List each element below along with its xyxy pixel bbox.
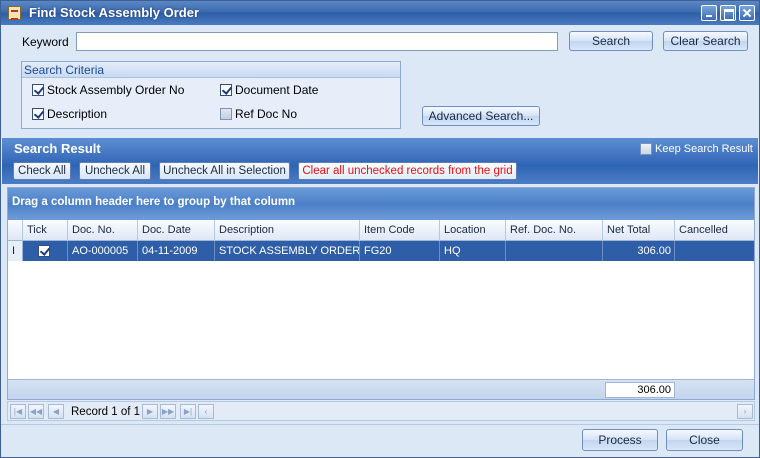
result-grid: Drag a column header here to group by th… (7, 187, 755, 400)
column-header-doc-no[interactable]: Doc. No. (68, 220, 138, 241)
description-label: Description (47, 107, 108, 121)
grid-footer: 306.00 (8, 379, 754, 399)
title-bar: Find Stock Assembly Order (1, 1, 759, 25)
clear-unchecked-records-button[interactable]: Clear all unchecked records from the gri… (298, 162, 517, 180)
column-header-description[interactable]: Description (215, 220, 360, 241)
column-header-ref-doc-no[interactable]: Ref. Doc. No. (506, 220, 603, 241)
row-indicator: I (8, 241, 23, 261)
description-checkbox[interactable] (32, 108, 44, 120)
next-record-icon[interactable]: ▶ (142, 404, 158, 419)
search-criteria-title: Search Criteria (22, 62, 400, 78)
ref-doc-no-checkbox[interactable] (220, 108, 232, 120)
window-title: Find Stock Assembly Order (29, 5, 200, 20)
keep-search-result-label: Keep Search Result (655, 143, 753, 155)
keep-search-result-checkbox[interactable] (640, 143, 652, 155)
keyword-input[interactable] (76, 32, 558, 51)
advanced-search-button[interactable]: Advanced Search... (422, 106, 540, 126)
process-button[interactable]: Process (582, 429, 658, 451)
document-date-checkbox[interactable] (220, 84, 232, 96)
cell-location: HQ (440, 241, 506, 261)
column-header-item-code[interactable]: Item Code (360, 220, 440, 241)
next-page-icon[interactable]: ▶▶ (160, 404, 176, 419)
table-row[interactable]: AO-000005 04-11-2009 STOCK ASSEMBLY ORDE… (8, 241, 754, 261)
column-header-cancelled[interactable]: Cancelled (675, 220, 754, 241)
group-by-hint: Drag a column header here to group by th… (12, 196, 296, 208)
close-button[interactable]: Close (666, 429, 743, 451)
divider (1, 424, 759, 425)
cell-item-code: FG20 (360, 241, 440, 261)
record-count: Record 1 of 1 (71, 406, 141, 418)
keyword-label: Keyword (22, 35, 69, 49)
ref-doc-no-label: Ref Doc No (235, 107, 298, 121)
previous-record-icon[interactable]: ◀ (48, 404, 64, 419)
cell-doc-no: AO-000005 (68, 241, 138, 261)
search-criteria-panel: Search Criteria Stock Assembly Order No … (21, 61, 401, 129)
minimize-icon[interactable] (701, 5, 717, 21)
cell-net-total: 306.00 (603, 241, 675, 261)
search-button[interactable]: Search (569, 31, 653, 51)
row-tick-checkbox[interactable] (38, 245, 50, 257)
scroll-left-icon[interactable]: ‹ (198, 404, 214, 419)
close-window-icon[interactable] (739, 5, 755, 21)
last-record-icon[interactable]: ▶| (180, 404, 196, 419)
scroll-right-icon[interactable]: › (737, 404, 753, 419)
app-icon (8, 6, 21, 20)
column-header-location[interactable]: Location (440, 220, 506, 241)
net-total-summary: 306.00 (605, 382, 675, 398)
previous-page-icon[interactable]: ◀◀ (28, 404, 44, 419)
record-navigator: |◀ ◀◀ ◀ Record 1 of 1 ▶ ▶▶ ▶| ‹ › (7, 401, 755, 421)
cell-doc-date: 04-11-2009 (138, 241, 215, 261)
maximize-icon[interactable] (720, 5, 736, 21)
document-date-label: Document Date (235, 83, 319, 97)
search-result-band: Search Result Keep Search Result Check A… (2, 138, 758, 184)
column-header-tick[interactable]: Tick (23, 220, 68, 241)
cell-tick[interactable] (23, 241, 68, 261)
clear-search-button[interactable]: Clear Search (663, 31, 748, 51)
uncheck-all-in-selection-button[interactable]: Uncheck All in Selection (159, 162, 290, 180)
header-indicator (8, 220, 23, 241)
cell-ref-doc-no (506, 241, 603, 261)
find-stock-assembly-order-window: Find Stock Assembly Order Keyword Search… (0, 0, 760, 458)
stock-assembly-order-no-checkbox[interactable] (32, 84, 44, 96)
search-result-title: Search Result (14, 141, 101, 156)
group-by-panel[interactable]: Drag a column header here to group by th… (8, 188, 754, 220)
stock-assembly-order-no-label: Stock Assembly Order No (47, 83, 185, 97)
check-all-button[interactable]: Check All (13, 162, 71, 180)
uncheck-all-button[interactable]: Uncheck All (79, 162, 151, 180)
grid-header: Tick Doc. No. Doc. Date Description Item… (8, 220, 754, 241)
column-header-doc-date[interactable]: Doc. Date (138, 220, 215, 241)
column-header-net-total[interactable]: Net Total (603, 220, 675, 241)
first-record-icon[interactable]: |◀ (10, 404, 26, 419)
cell-description: STOCK ASSEMBLY ORDER (215, 241, 360, 261)
cell-cancelled (675, 241, 754, 261)
